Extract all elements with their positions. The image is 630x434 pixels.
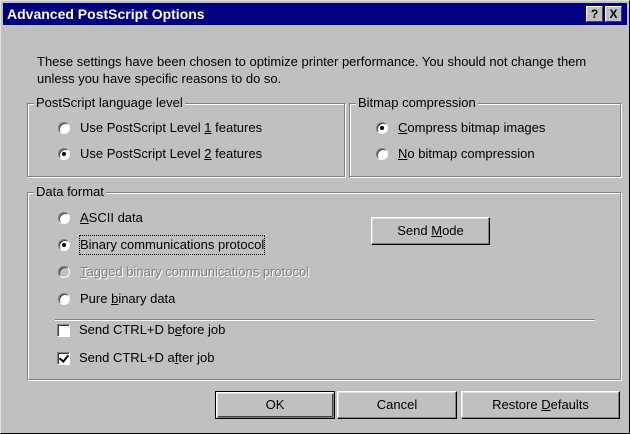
ctrl-d-before-checkbox-box[interactable] <box>57 324 70 337</box>
level-1-radio-indicator[interactable] <box>58 122 70 134</box>
help-icon[interactable]: ? <box>586 6 603 22</box>
no-bitmap-compression-radio-indicator[interactable] <box>376 148 388 160</box>
pure-binary-label: Pure binary data <box>80 291 176 306</box>
pure-binary-radio-indicator[interactable] <box>58 293 70 305</box>
level-2-radio-indicator[interactable] <box>58 148 70 160</box>
binary-communications-label: Binary communications protocol <box>78 235 266 255</box>
no-bitmap-compression-label: No bitmap compression <box>398 146 535 161</box>
send-mode-button[interactable]: Send Mode <box>371 217 490 245</box>
tagged-binary-radio-indicator <box>58 266 70 278</box>
postscript-language-level-legend: PostScript language level <box>34 95 185 111</box>
title-bar[interactable]: Advanced PostScript Options ? X <box>3 3 627 25</box>
window-title: Advanced PostScript Options <box>7 6 205 22</box>
cancel-button[interactable]: Cancel <box>337 391 457 419</box>
bitmap-compression-legend: Bitmap compression <box>356 95 478 111</box>
close-icon[interactable]: X <box>605 6 622 22</box>
ok-button[interactable]: OK <box>215 391 335 419</box>
data-format-legend: Data format <box>34 184 106 200</box>
ctrl-d-after-checkbox-box[interactable] <box>57 352 70 365</box>
level-1-label: Use PostScript Level 1 features <box>80 120 263 135</box>
compress-bitmap-radio-indicator[interactable] <box>376 122 388 134</box>
level-2-label: Use PostScript Level 2 features <box>80 146 263 161</box>
binary-communications-radio-indicator[interactable] <box>58 239 70 251</box>
postscript-language-level-group: PostScript language level <box>27 95 345 177</box>
description-text: These settings have been chosen to optim… <box>37 54 587 86</box>
restore-defaults-button[interactable]: Restore Defaults <box>461 391 620 419</box>
compress-bitmap-label: Compress bitmap images <box>398 120 546 135</box>
ascii-data-label: ASCII data <box>80 210 143 225</box>
ctrl-d-after-label: Send CTRL+D after job <box>79 350 215 365</box>
tagged-binary-label: Tagged binary communications protocol <box>80 264 310 279</box>
ascii-data-radio-indicator[interactable] <box>58 212 70 224</box>
advanced-postscript-options-dialog: Advanced PostScript Options ? X These se… <box>0 0 630 434</box>
bitmap-compression-group: Bitmap compression <box>349 95 621 177</box>
ctrl-d-before-label: Send CTRL+D before job <box>79 322 226 337</box>
